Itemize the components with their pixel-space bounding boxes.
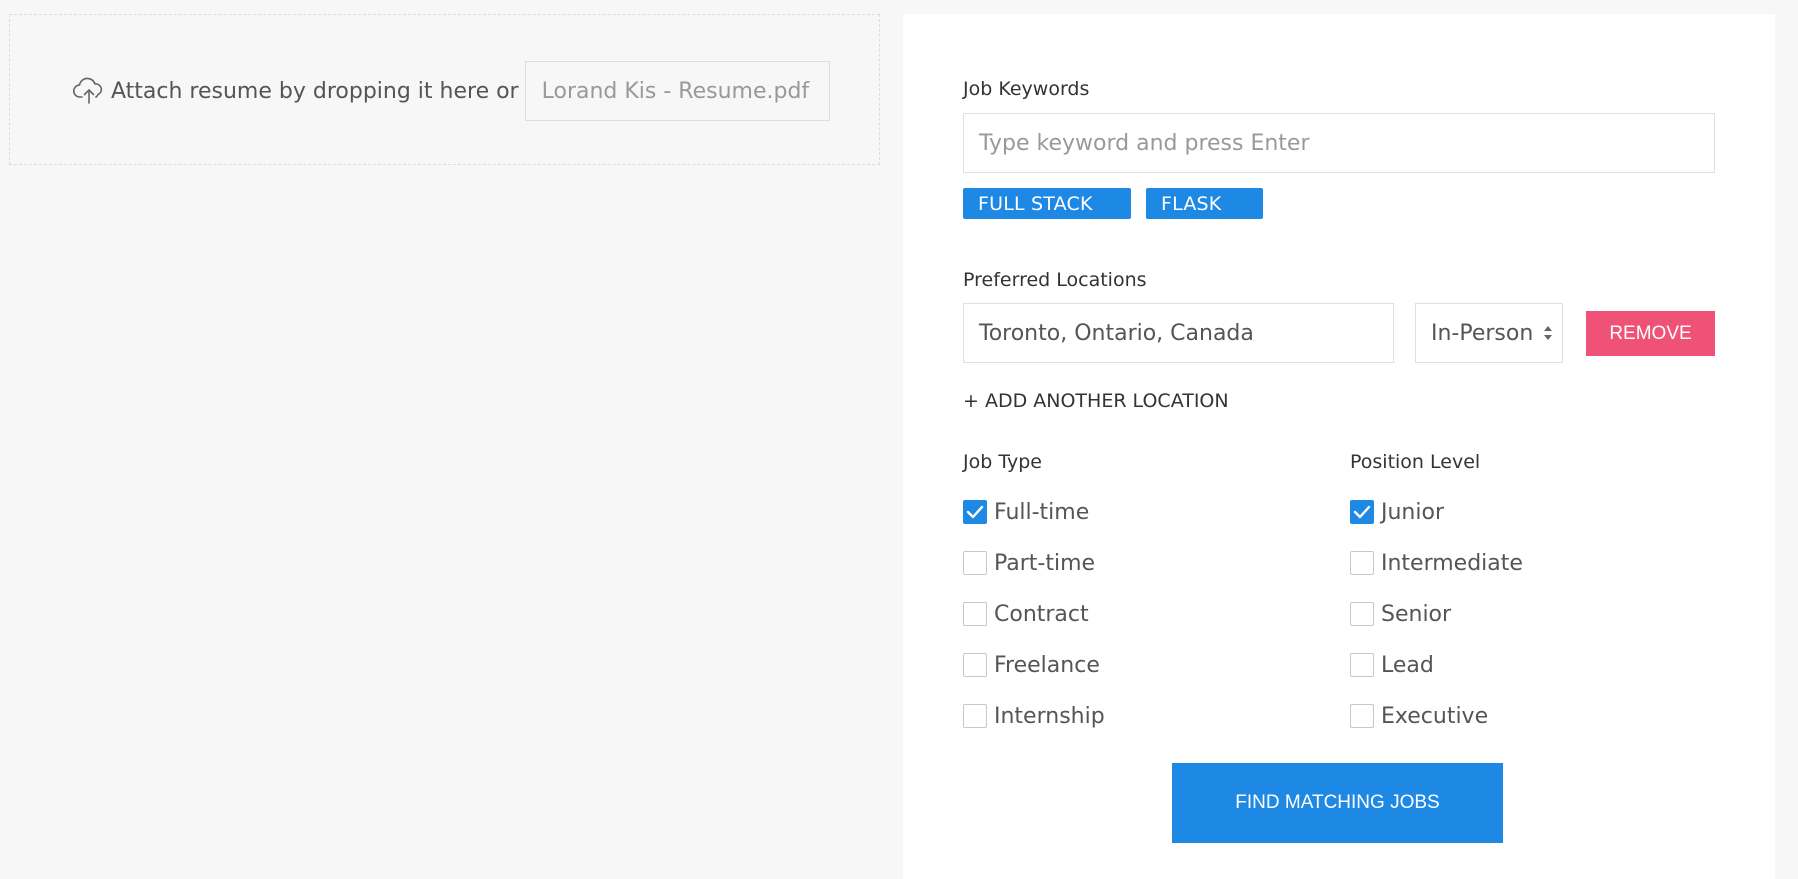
keyword-tag[interactable]: FULL STACK	[963, 188, 1131, 219]
job-type-label: Job Type	[963, 451, 1042, 473]
remove-location-button[interactable]: REMOVE	[1586, 311, 1715, 356]
checkbox[interactable]	[1350, 653, 1374, 677]
resume-dropzone[interactable]: Attach resume by dropping it here or Lor…	[9, 14, 880, 165]
resume-file-input[interactable]: Lorand Kis - Resume.pdf	[524, 61, 830, 121]
dropzone-text: Attach resume by dropping it here or	[111, 78, 519, 104]
checkbox[interactable]	[1350, 602, 1374, 626]
checkbox[interactable]	[963, 653, 987, 677]
checkbox-label: Intermediate	[1381, 550, 1523, 576]
position-level-option[interactable]: Senior	[1350, 599, 1451, 629]
job-type-option[interactable]: Contract	[963, 599, 1089, 629]
checkbox-label: Contract	[994, 601, 1089, 627]
checkbox-checked[interactable]	[1350, 500, 1374, 524]
keyword-input-placeholder: Type keyword and press Enter	[979, 130, 1310, 156]
checkbox-label: Freelance	[994, 652, 1100, 678]
select-arrows-icon	[1543, 323, 1553, 343]
checkbox-checked[interactable]	[963, 500, 987, 524]
checkbox-label: Part-time	[994, 550, 1096, 576]
job-type-option[interactable]: Internship	[963, 701, 1105, 731]
checkbox-label: Junior	[1381, 499, 1444, 525]
work-mode-select[interactable]: In-Person	[1415, 303, 1563, 363]
job-type-option[interactable]: Full-time	[963, 497, 1089, 527]
checkbox[interactable]	[1350, 551, 1374, 575]
add-location-link[interactable]: + ADD ANOTHER LOCATION	[963, 390, 1229, 412]
checkbox[interactable]	[963, 602, 987, 626]
dropzone-content: Attach resume by dropping it here or Lor…	[73, 61, 830, 121]
location-input-value: Toronto, Ontario, Canada	[979, 320, 1254, 346]
position-level-option[interactable]: Intermediate	[1350, 548, 1523, 578]
job-type-option[interactable]: Part-time	[963, 548, 1095, 578]
location-input[interactable]: Toronto, Ontario, Canada	[963, 303, 1394, 363]
keyword-tag[interactable]: FLASK	[1146, 188, 1263, 219]
position-level-option[interactable]: Lead	[1350, 650, 1434, 680]
checkbox-label: Internship	[994, 703, 1105, 729]
job-type-option[interactable]: Freelance	[963, 650, 1100, 680]
page: Attach resume by dropping it here or Lor…	[0, 0, 1798, 879]
checkbox-label: Lead	[1381, 652, 1434, 678]
checkbox[interactable]	[1350, 704, 1374, 728]
checkbox-label: Senior	[1381, 601, 1452, 627]
position-level-option[interactable]: Executive	[1350, 701, 1488, 731]
preferred-locations-label: Preferred Locations	[963, 269, 1147, 291]
cloud-upload-icon	[73, 74, 107, 108]
checkbox[interactable]	[963, 551, 987, 575]
checkbox-label: Full-time	[994, 499, 1090, 525]
work-mode-value: In-Person	[1431, 320, 1534, 346]
position-level-label: Position Level	[1350, 451, 1481, 473]
find-matching-jobs-button[interactable]: FIND MATCHING JOBS	[1172, 763, 1503, 843]
checkbox-label: Executive	[1381, 703, 1489, 729]
checkbox[interactable]	[963, 704, 987, 728]
job-search-form: Job Keywords Type keyword and press Ente…	[903, 14, 1775, 879]
job-keywords-label: Job Keywords	[963, 78, 1090, 100]
keyword-input[interactable]: Type keyword and press Enter	[963, 113, 1715, 173]
position-level-option[interactable]: Junior	[1350, 497, 1444, 527]
